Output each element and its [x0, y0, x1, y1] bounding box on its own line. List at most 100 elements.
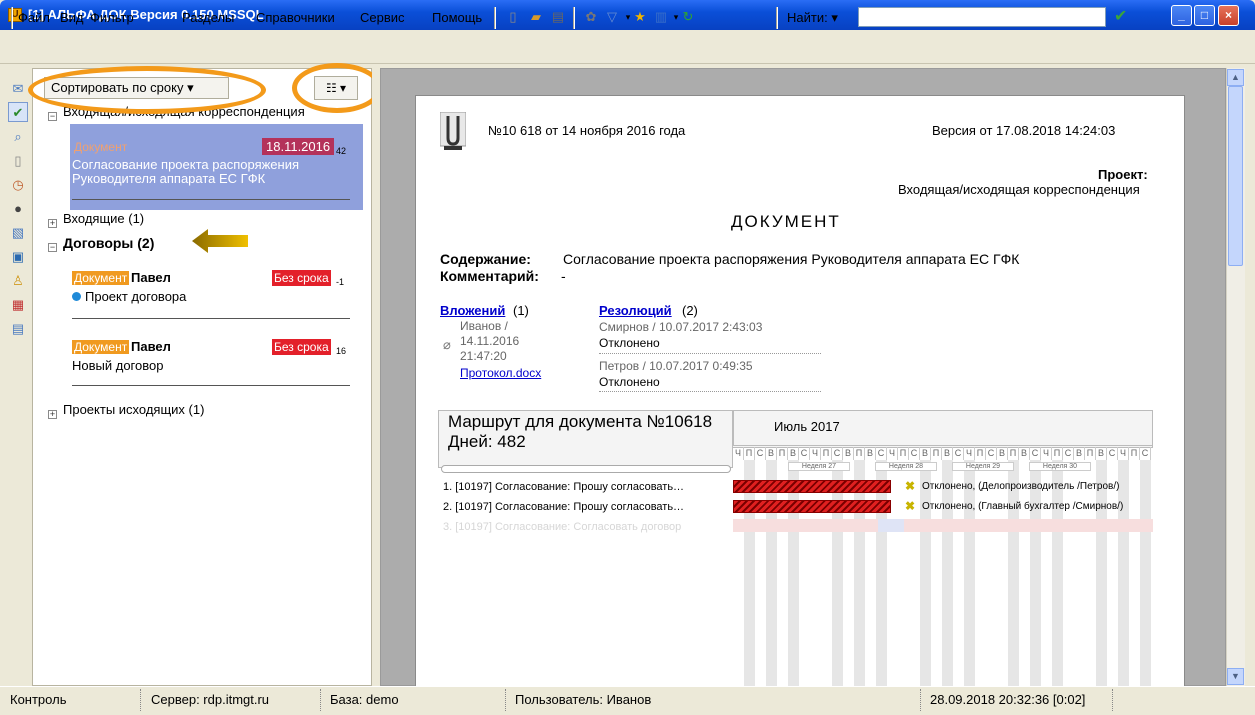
task-bar-pending[interactable]: [733, 519, 1153, 532]
route-task[interactable]: 1. [10197] Согласование: Прошу согласова…: [443, 481, 684, 493]
menu-view[interactable]: Вид: [60, 10, 84, 25]
gantt-day-letter: В: [1074, 447, 1085, 460]
attachment-file-link[interactable]: Протокол.docx: [460, 366, 541, 380]
printer-icon[interactable]: ▤: [8, 318, 28, 338]
gantt-day-column: [986, 460, 997, 705]
close-button[interactable]: ×: [1218, 5, 1239, 26]
status-database: База: demo: [330, 692, 399, 707]
no-term-badge: Без срока: [272, 339, 331, 355]
menu-file[interactable]: Файл: [18, 10, 50, 25]
toolbar-separator: [11, 7, 13, 29]
document-version: Версия от 17.08.2018 14:24:03: [932, 123, 1116, 138]
document-badge: Документ: [72, 340, 130, 354]
gantt-day-column: [920, 460, 931, 705]
book-icon[interactable]: ▥: [653, 9, 669, 25]
scroll-down-arrow-icon[interactable]: ▼: [1227, 668, 1244, 685]
attachment-time: 21:47:20: [460, 349, 507, 363]
task-bar[interactable]: [733, 480, 891, 493]
status-control[interactable]: Контроль: [10, 692, 66, 707]
status-separator: [140, 689, 141, 711]
gantt-day-column: [909, 460, 920, 705]
scroll-up-arrow-icon[interactable]: ▲: [1227, 69, 1244, 86]
group-incoming[interactable]: Входящие (1): [63, 211, 144, 226]
gantt-day-column: [755, 460, 766, 705]
toolbar-separator: [573, 7, 575, 29]
gantt-day-letter: В: [865, 447, 876, 460]
gantt-day-letter: В: [788, 447, 799, 460]
gantt-day-column: [1074, 460, 1085, 705]
alarm-clock-icon[interactable]: ◷: [8, 174, 28, 194]
card-text: Руководителя аппарата ЕС ГФК: [72, 171, 266, 186]
gantt-day-letter: П: [854, 447, 865, 460]
tree-expander[interactable]: +: [48, 219, 57, 228]
find-input[interactable]: [858, 7, 1106, 27]
calendar-icon[interactable]: ▦: [8, 294, 28, 314]
new-document-icon[interactable]: ▯: [505, 9, 521, 25]
attachments-link[interactable]: Вложений: [440, 303, 505, 318]
filter-funnel-icon[interactable]: ▽: [604, 9, 620, 25]
favorites-star-icon[interactable]: ★: [632, 9, 648, 25]
find-confirm-checkmark-icon[interactable]: ✔: [1114, 8, 1134, 26]
tasks-check-icon[interactable]: ✔: [8, 102, 28, 122]
gantt-day-letter: С: [986, 447, 997, 460]
route-task[interactable]: 2. [10197] Согласование: Прошу согласова…: [443, 501, 684, 513]
pointer-arrow-icon: [192, 229, 248, 253]
gantt-day-letter: С: [1140, 447, 1151, 460]
menu-filter[interactable]: Фильтр: [90, 10, 134, 25]
comment-label: Комментарий:: [440, 268, 539, 284]
toolbar-separator: [494, 7, 496, 29]
search-icon[interactable]: ⌕: [8, 126, 28, 146]
card-text: Согласование проекта распоряжения: [72, 157, 300, 172]
inbox-icon[interactable]: ✉: [8, 78, 28, 98]
menu-service[interactable]: Сервис: [360, 10, 405, 25]
gantt-day-letter: П: [821, 447, 832, 460]
archive-icon[interactable]: ▧: [8, 222, 28, 242]
refresh-icon[interactable]: ↻: [680, 9, 696, 25]
route-days: Дней: 482: [448, 432, 526, 451]
open-folder-icon[interactable]: ▰: [528, 9, 544, 25]
resolutions-link[interactable]: Резолюций: [599, 303, 672, 318]
gantt-day-letter: С: [1030, 447, 1041, 460]
find-label[interactable]: Найти: ▾: [787, 10, 838, 26]
gantt-day-column: [1008, 460, 1019, 705]
card-text: Проект договора: [85, 289, 187, 304]
tree-expander[interactable]: −: [48, 243, 57, 252]
route-task[interactable]: 3. [10197] Согласование: Согласовать дог…: [443, 521, 681, 533]
scroll-thumb[interactable]: [1228, 86, 1243, 266]
gantt-day-column: [744, 460, 755, 705]
gantt-day-letter: Ч: [1118, 447, 1129, 460]
maximize-button[interactable]: □: [1194, 5, 1215, 26]
print-icon[interactable]: ▤: [550, 9, 566, 25]
task-bar[interactable]: [733, 500, 891, 513]
gantt-day-letter: С: [1063, 447, 1074, 460]
document-icon[interactable]: ▯: [8, 150, 28, 170]
gantt-day-column: [1107, 460, 1118, 705]
attachment-author: Иванов /: [460, 319, 508, 333]
panel-splitter[interactable]: [372, 68, 380, 686]
gantt-day-column: [843, 460, 854, 705]
route-scrollbar[interactable]: [441, 465, 731, 473]
tree-expander[interactable]: −: [48, 112, 57, 121]
attachment-date: 14.11.2016: [460, 334, 520, 348]
count-label: 16: [336, 346, 347, 356]
disk-icon[interactable]: ●: [8, 198, 28, 218]
menu-sections[interactable]: Разделы: [182, 10, 234, 25]
group-outgoing-projects[interactable]: Проекты исходящих (1): [63, 402, 204, 417]
attachments-count: (1): [513, 303, 529, 318]
minimize-button[interactable]: _: [1171, 5, 1192, 26]
report-icon[interactable]: ▣: [8, 246, 28, 266]
settings-gear-icon[interactable]: ✿: [583, 9, 599, 25]
gantt-day-letter: С: [832, 447, 843, 460]
gantt-day-column: [865, 460, 876, 705]
task-bar-today: [878, 519, 904, 532]
tree-expander[interactable]: +: [48, 410, 57, 419]
gantt-day-letter: В: [843, 447, 854, 460]
card-divider: [72, 318, 350, 319]
menu-directories[interactable]: Справочники: [256, 10, 335, 25]
users-icon[interactable]: ♙: [8, 270, 28, 290]
gantt-day-column: [1041, 460, 1052, 705]
group-contracts[interactable]: Договоры (2): [63, 235, 154, 251]
gantt-day-letter: В: [920, 447, 931, 460]
gantt-day-column: [766, 460, 777, 705]
menu-help[interactable]: Помощь: [432, 10, 482, 25]
